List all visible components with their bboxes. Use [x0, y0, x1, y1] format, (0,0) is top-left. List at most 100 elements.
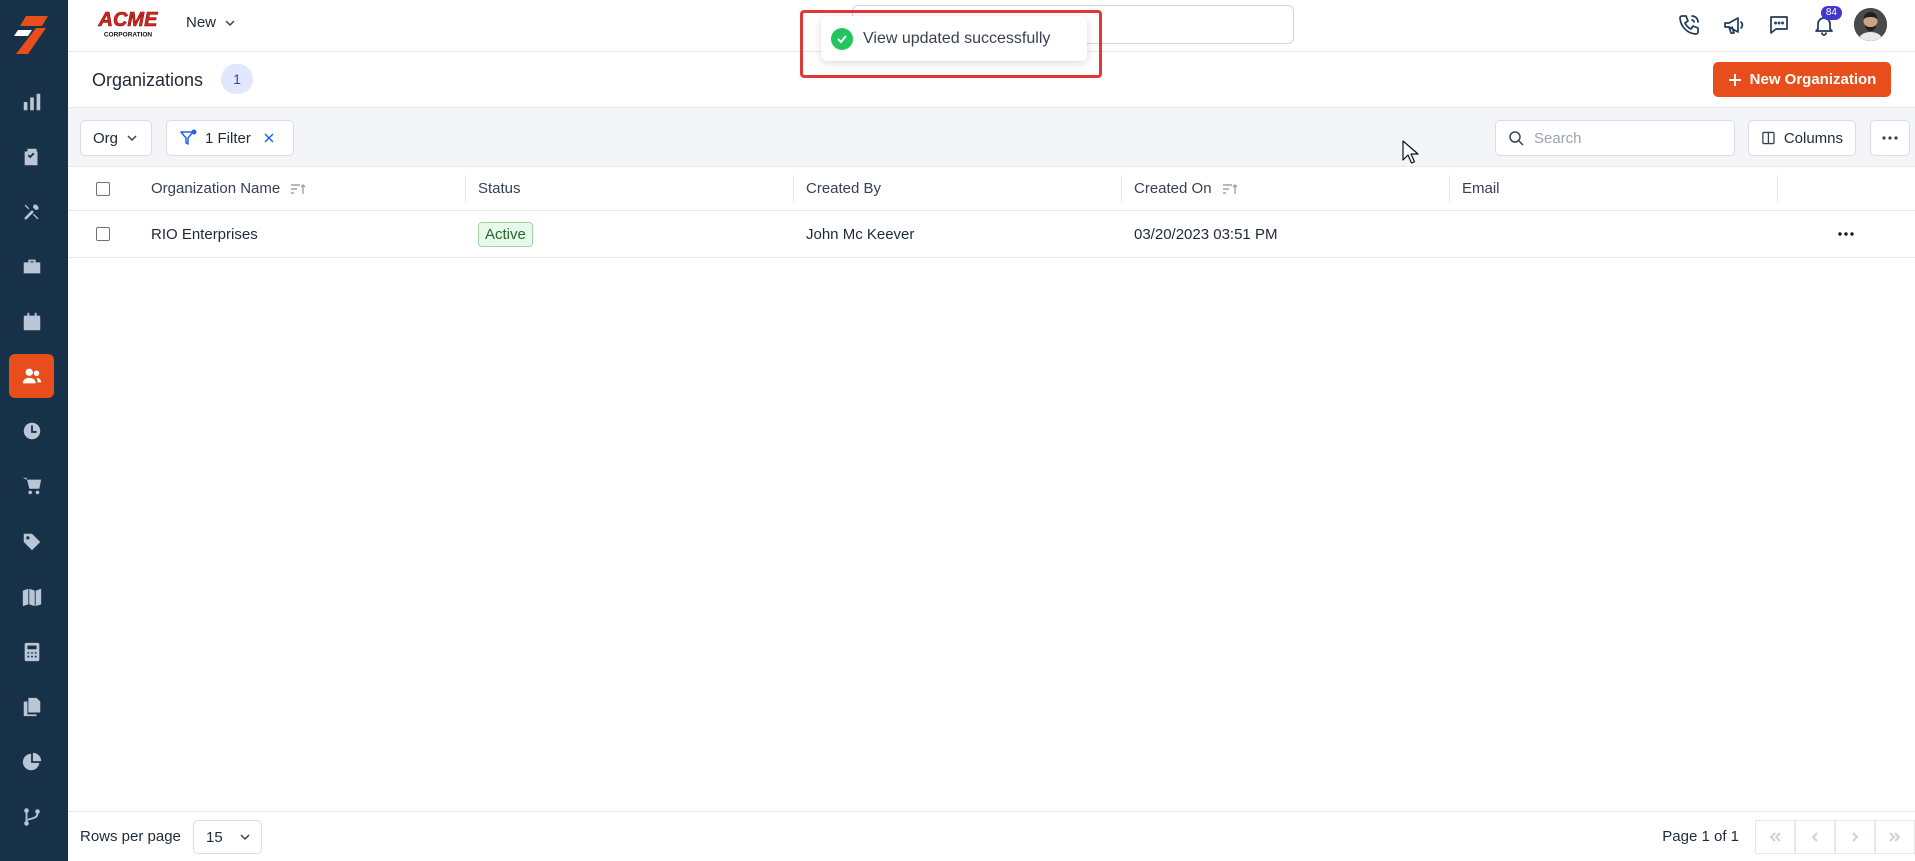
page-header: Organizations 1 New Organization: [68, 52, 1915, 107]
sort-icon[interactable]: [290, 183, 306, 195]
column-header-label: Email: [1462, 180, 1500, 197]
nav-reports[interactable]: [9, 80, 54, 124]
select-all-checkbox[interactable]: [96, 181, 110, 196]
double-chevron-left-icon: [1769, 832, 1781, 842]
announcements-button[interactable]: [1717, 8, 1750, 41]
row-select-cell: [96, 211, 110, 257]
user-avatar[interactable]: [1854, 8, 1887, 41]
briefcase-icon: [23, 259, 40, 274]
acme-corporation-logo[interactable]: ACME CORPORATION: [92, 6, 164, 40]
email-cell: [1450, 211, 1778, 257]
nav-files[interactable]: [9, 685, 54, 729]
column-header-status[interactable]: Status: [466, 167, 794, 210]
column-header-created-by[interactable]: Created By: [794, 167, 1122, 210]
double-chevron-right-icon: [1889, 832, 1901, 842]
copy-files-icon: [23, 697, 40, 717]
column-header-email[interactable]: Email: [1450, 167, 1778, 210]
list-toolbar: Org 1 Filter Columns: [68, 107, 1915, 167]
rows-per-page-select[interactable]: 15: [193, 820, 262, 854]
new-menu-dropdown[interactable]: New: [186, 14, 236, 31]
status-badge: Active: [478, 221, 533, 247]
nav-map[interactable]: [9, 575, 54, 619]
notification-count-badge: 84: [1820, 6, 1842, 20]
column-divider: [1777, 175, 1778, 203]
list-search-box[interactable]: [1495, 120, 1735, 156]
chevron-left-icon: [1811, 832, 1818, 842]
nav-pricing[interactable]: [9, 520, 54, 564]
users-icon: [22, 368, 41, 384]
rows-per-page-label: Rows per page: [80, 828, 181, 845]
row-actions-icon[interactable]: [1838, 232, 1854, 236]
organization-name[interactable]: RIO Enterprises: [151, 226, 258, 243]
created-on-cell: 03/20/2023 03:51 PM: [1122, 211, 1450, 257]
mouse-cursor-icon: [1402, 140, 1419, 164]
megaphone-icon: [1723, 16, 1743, 34]
nav-contacts[interactable]: [9, 354, 54, 398]
nav-jobs[interactable]: [9, 244, 54, 288]
more-options-button[interactable]: [1870, 120, 1910, 156]
pagination-footer: Rows per page 15 Page 1 of 1: [68, 811, 1915, 861]
last-page-button[interactable]: [1875, 820, 1915, 854]
page-info: Page 1 of 1: [1662, 828, 1739, 845]
column-header-label: Created On: [1134, 180, 1212, 197]
tools-icon: [24, 204, 39, 220]
row-actions-cell: [1838, 211, 1854, 257]
pager-controls: [1755, 820, 1915, 854]
table-row[interactable]: RIO Enterprises Active John Mc Keever 03…: [68, 211, 1915, 258]
app-logo-icon[interactable]: [12, 14, 52, 56]
git-branch-icon: [23, 808, 40, 826]
organization-name-cell[interactable]: RIO Enterprises: [139, 211, 459, 257]
chevron-down-icon: [127, 135, 137, 142]
new-menu-label: New: [186, 14, 217, 31]
new-organization-label: New Organization: [1749, 71, 1877, 88]
nav-time[interactable]: [9, 409, 54, 453]
clear-filter-icon[interactable]: [263, 132, 275, 144]
messages-button[interactable]: [1762, 8, 1795, 41]
nav-shop[interactable]: [9, 464, 54, 508]
view-selector-label: Org: [93, 129, 119, 147]
columns-icon: [1762, 131, 1775, 145]
nav-tools[interactable]: [9, 190, 54, 234]
phone-button[interactable]: [1672, 8, 1705, 41]
nav-calendar[interactable]: [9, 300, 54, 344]
filter-button[interactable]: 1 Filter: [166, 120, 294, 156]
chevron-down-icon: [240, 834, 250, 841]
column-header-created-on[interactable]: Created On: [1122, 167, 1450, 210]
filter-icon: [180, 129, 197, 145]
prev-page-button[interactable]: [1795, 820, 1835, 854]
tag-icon: [23, 533, 40, 551]
phone-icon: [1678, 14, 1699, 35]
row-checkbox[interactable]: [96, 227, 110, 241]
toast-message: View updated successfully: [863, 29, 1051, 47]
sort-icon[interactable]: [1222, 183, 1238, 195]
nav-workflow[interactable]: [9, 795, 54, 839]
created-by: John Mc Keever: [806, 225, 915, 243]
first-page-button[interactable]: [1755, 820, 1795, 854]
column-header-label: Status: [478, 180, 521, 197]
column-header-organization-name[interactable]: Organization Name: [139, 167, 459, 210]
columns-label: Columns: [1783, 129, 1843, 147]
search-input[interactable]: [1534, 129, 1724, 147]
nav-analytics[interactable]: [9, 740, 54, 784]
select-all-cell: [96, 167, 110, 210]
columns-button[interactable]: Columns: [1748, 120, 1856, 156]
new-organization-button[interactable]: New Organization: [1713, 62, 1891, 97]
filter-label: 1 Filter: [205, 129, 251, 147]
chat-bubble-icon: [1769, 15, 1788, 34]
nav-calculator[interactable]: [9, 630, 54, 674]
view-selector-dropdown[interactable]: Org: [80, 120, 152, 156]
plus-icon: [1728, 73, 1741, 86]
notifications-button[interactable]: 84: [1807, 6, 1842, 41]
calculator-icon: [24, 642, 39, 662]
created-on: 03/20/2023 03:51 PM: [1134, 225, 1278, 243]
record-count-badge: 1: [221, 64, 253, 94]
rows-per-page-value: 15: [206, 828, 223, 846]
svg-text:ACME: ACME: [98, 9, 159, 31]
chevron-down-icon: [225, 19, 235, 26]
column-header-label: Organization Name: [151, 180, 281, 197]
next-page-button[interactable]: [1835, 820, 1875, 854]
nav-documents[interactable]: [9, 135, 54, 179]
status-cell: Active: [466, 211, 794, 257]
map-icon: [22, 588, 41, 607]
bar-chart-icon: [23, 93, 40, 111]
